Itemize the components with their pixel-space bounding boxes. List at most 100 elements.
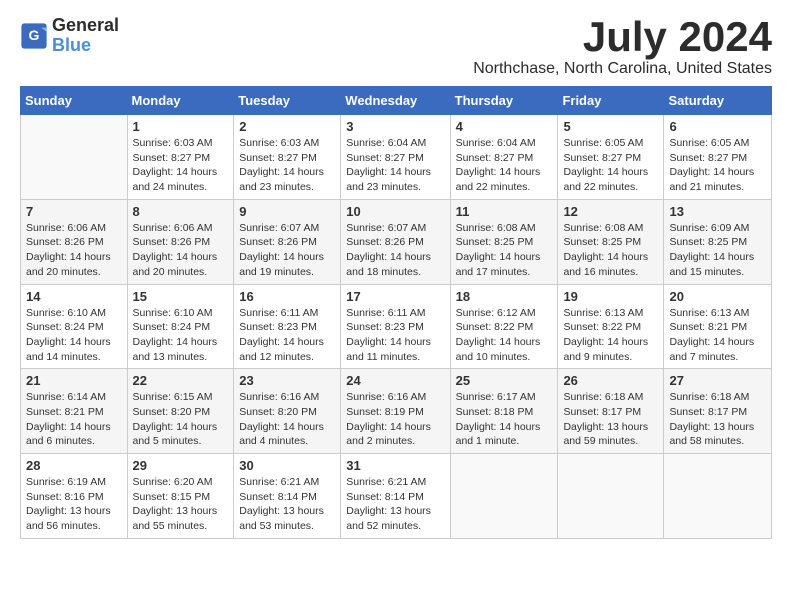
calendar-cell: 22 Sunrise: 6:15 AMSunset: 8:20 PMDayligh… — [127, 369, 234, 454]
day-info: Sunrise: 6:15 AMSunset: 8:20 PMDaylight:… — [133, 390, 229, 449]
day-number: 27 — [669, 373, 766, 388]
calendar-cell: 25Sunrise: 6:17 AMSunset: 8:18 PMDayligh… — [450, 369, 558, 454]
day-info: Sunrise: 6:07 AMSunset: 8:26 PMDaylight:… — [346, 221, 444, 280]
day-info: Sunrise: 6:11 AMSunset: 8:23 PMDaylight:… — [346, 306, 444, 365]
calendar-cell: 1Sunrise: 6:03 AMSunset: 8:27 PMDaylight… — [127, 115, 234, 200]
day-info: Sunrise: 6:09 AMSunset: 8:25 PMDaylight:… — [669, 221, 766, 280]
calendar-cell — [558, 454, 664, 539]
calendar-cell: 3Sunrise: 6:04 AMSunset: 8:27 PMDaylight… — [341, 115, 450, 200]
header-day-friday: Friday — [558, 87, 664, 115]
svg-text:G: G — [29, 27, 40, 43]
day-number: 2 — [239, 119, 335, 134]
week-row-2: 7 Sunrise: 6:06 AMSunset: 8:26 PMDaylight… — [21, 199, 772, 284]
calendar-cell: 26Sunrise: 6:18 AMSunset: 8:17 PMDayligh… — [558, 369, 664, 454]
calendar-title: July 2024 — [473, 16, 772, 58]
day-info: Sunrise: 6:19 AMSunset: 8:16 PMDaylight:… — [26, 475, 122, 534]
calendar-cell: 9 Sunrise: 6:07 AMSunset: 8:26 PMDaylight… — [234, 199, 341, 284]
calendar-cell: 19 Sunrise: 6:13 AMSunset: 8:22 PMDayligh… — [558, 284, 664, 369]
calendar-cell: 10 Sunrise: 6:07 AMSunset: 8:26 PMDayligh… — [341, 199, 450, 284]
calendar-cell — [450, 454, 558, 539]
header-day-thursday: Thursday — [450, 87, 558, 115]
day-number: 22 — [133, 373, 229, 388]
calendar-table: SundayMondayTuesdayWednesdayThursdayFrid… — [20, 86, 772, 539]
calendar-cell — [664, 454, 772, 539]
calendar-cell: 11 Sunrise: 6:08 AMSunset: 8:25 PMDayligh… — [450, 199, 558, 284]
day-info: Sunrise: 6:13 AMSunset: 8:21 PMDaylight:… — [669, 306, 766, 365]
calendar-cell: 7Sunrise: 6:06 AMSunset: 8:26 PMDaylight… — [21, 199, 128, 284]
day-number: 18 — [456, 289, 553, 304]
day-info: Sunrise: 6:08 AMSunset: 8:25 PMDaylight:… — [456, 221, 553, 280]
calendar-body: 1Sunrise: 6:03 AMSunset: 8:27 PMDaylight… — [21, 115, 772, 539]
day-number: 11 — [456, 204, 553, 219]
day-info: Sunrise: 6:18 AMSunset: 8:17 PMDaylight:… — [563, 390, 658, 449]
header-day-tuesday: Tuesday — [234, 87, 341, 115]
day-info: Sunrise: 6:11 AMSunset: 8:23 PMDaylight:… — [239, 306, 335, 365]
day-number: 6 — [669, 119, 766, 134]
day-number: 9 — [239, 204, 335, 219]
day-info: Sunrise: 6:04 AMSunset: 8:27 PMDaylight:… — [456, 136, 553, 195]
day-info: Sunrise: 6:07 AMSunset: 8:26 PMDaylight:… — [239, 221, 335, 280]
day-info: Sunrise: 6:21 AMSunset: 8:14 PMDaylight:… — [346, 475, 444, 534]
day-number: 16 — [239, 289, 335, 304]
calendar-cell: 12 Sunrise: 6:08 AMSunset: 8:25 PMDayligh… — [558, 199, 664, 284]
calendar-cell: 14 Sunrise: 6:10 AMSunset: 8:24 PMDayligh… — [21, 284, 128, 369]
header-day-sunday: Sunday — [21, 87, 128, 115]
calendar-cell: 27 Sunrise: 6:18 AMSunset: 8:17 PMDayligh… — [664, 369, 772, 454]
day-info: Sunrise: 6:05 AMSunset: 8:27 PMDaylight:… — [669, 136, 766, 195]
week-row-3: 14 Sunrise: 6:10 AMSunset: 8:24 PMDayligh… — [21, 284, 772, 369]
day-number: 8 — [133, 204, 229, 219]
header-day-wednesday: Wednesday — [341, 87, 450, 115]
day-info: Sunrise: 6:18 AMSunset: 8:17 PMDaylight:… — [669, 390, 766, 449]
day-number: 4 — [456, 119, 553, 134]
day-info: Sunrise: 6:10 AMSunset: 8:24 PMDaylight:… — [26, 306, 122, 365]
day-number: 5 — [563, 119, 658, 134]
day-info: Sunrise: 6:13 AMSunset: 8:22 PMDaylight:… — [563, 306, 658, 365]
calendar-cell: 30 Sunrise: 6:21 AMSunset: 8:14 PMDayligh… — [234, 454, 341, 539]
day-info: Sunrise: 6:20 AMSunset: 8:15 PMDaylight:… — [133, 475, 229, 534]
calendar-cell: 16 Sunrise: 6:11 AMSunset: 8:23 PMDayligh… — [234, 284, 341, 369]
day-number: 23 — [239, 373, 335, 388]
calendar-cell: 21 Sunrise: 6:14 AMSunset: 8:21 PMDayligh… — [21, 369, 128, 454]
title-area: July 2024 Northchase, North Carolina, Un… — [473, 16, 772, 78]
day-number: 24 — [346, 373, 444, 388]
day-info: Sunrise: 6:10 AMSunset: 8:24 PMDaylight:… — [133, 306, 229, 365]
day-info: Sunrise: 6:05 AMSunset: 8:27 PMDaylight:… — [563, 136, 658, 195]
calendar-cell: 4 Sunrise: 6:04 AMSunset: 8:27 PMDaylight… — [450, 115, 558, 200]
logo-text: General Blue — [52, 16, 119, 56]
day-number: 20 — [669, 289, 766, 304]
calendar-cell: 28 Sunrise: 6:19 AMSunset: 8:16 PMDayligh… — [21, 454, 128, 539]
header-row: SundayMondayTuesdayWednesdayThursdayFrid… — [21, 87, 772, 115]
day-number: 30 — [239, 458, 335, 473]
day-number: 21 — [26, 373, 122, 388]
calendar-cell — [21, 115, 128, 200]
day-info: Sunrise: 6:16 AMSunset: 8:19 PMDaylight:… — [346, 390, 444, 449]
week-row-4: 21 Sunrise: 6:14 AMSunset: 8:21 PMDayligh… — [21, 369, 772, 454]
day-info: Sunrise: 6:03 AMSunset: 8:27 PMDaylight:… — [239, 136, 335, 195]
day-number: 7 — [26, 204, 122, 219]
calendar-subtitle: Northchase, North Carolina, United State… — [473, 60, 772, 78]
day-number: 28 — [26, 458, 122, 473]
day-info: Sunrise: 6:14 AMSunset: 8:21 PMDaylight:… — [26, 390, 122, 449]
calendar-cell: 2 Sunrise: 6:03 AMSunset: 8:27 PMDaylight… — [234, 115, 341, 200]
calendar-cell: 23 Sunrise: 6:16 AMSunset: 8:20 PMDayligh… — [234, 369, 341, 454]
week-row-5: 28 Sunrise: 6:19 AMSunset: 8:16 PMDayligh… — [21, 454, 772, 539]
day-info: Sunrise: 6:06 AMSunset: 8:26 PMDaylight:… — [133, 221, 229, 280]
day-info: Sunrise: 6:16 AMSunset: 8:20 PMDaylight:… — [239, 390, 335, 449]
calendar-cell: 20 Sunrise: 6:13 AMSunset: 8:21 PMDayligh… — [664, 284, 772, 369]
day-number: 14 — [26, 289, 122, 304]
calendar-cell: 24 Sunrise: 6:16 AMSunset: 8:19 PMDayligh… — [341, 369, 450, 454]
day-info: Sunrise: 6:08 AMSunset: 8:25 PMDaylight:… — [563, 221, 658, 280]
day-number: 10 — [346, 204, 444, 219]
day-info: Sunrise: 6:21 AMSunset: 8:14 PMDaylight:… — [239, 475, 335, 534]
header: G General Blue July 2024 Northchase, Nor… — [20, 16, 772, 78]
day-number: 19 — [563, 289, 658, 304]
logo-icon: G — [20, 22, 48, 50]
day-number: 12 — [563, 204, 658, 219]
day-info: Sunrise: 6:04 AMSunset: 8:27 PMDaylight:… — [346, 136, 444, 195]
logo: G General Blue — [20, 16, 119, 56]
calendar-cell: 29Sunrise: 6:20 AMSunset: 8:15 PMDayligh… — [127, 454, 234, 539]
calendar-cell: 8 Sunrise: 6:06 AMSunset: 8:26 PMDaylight… — [127, 199, 234, 284]
day-number: 25 — [456, 373, 553, 388]
day-number: 31 — [346, 458, 444, 473]
day-info: Sunrise: 6:03 AMSunset: 8:27 PMDaylight:… — [133, 136, 229, 195]
